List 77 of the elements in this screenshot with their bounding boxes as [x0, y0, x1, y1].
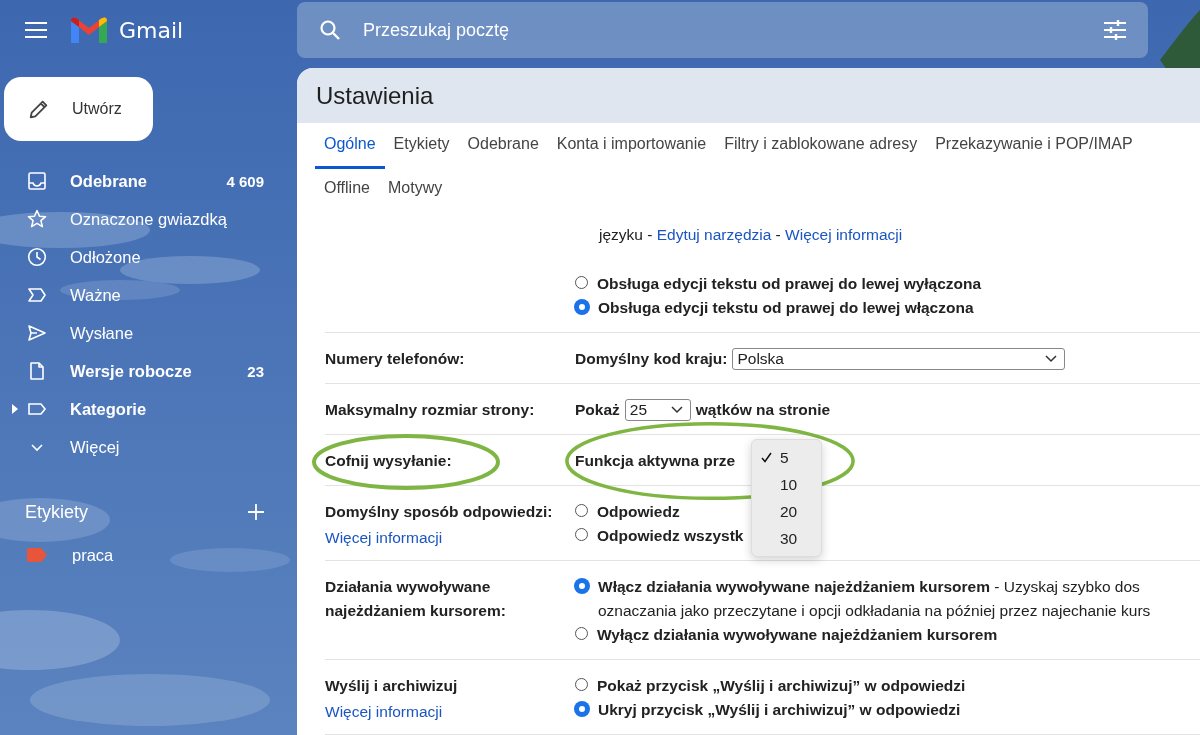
- more-info-link[interactable]: Więcej informacji: [325, 528, 575, 548]
- option-text: Ukryj przycisk „Wyślij i archiwizuj” w odpowiedzi: [598, 700, 961, 720]
- section-heading: Etykiety: [25, 501, 89, 523]
- menu-option[interactable]: 10: [752, 471, 821, 498]
- settings-tab[interactable]: Etykiety: [384, 123, 459, 169]
- dropdown-menu[interactable]: 5 10 20 30: [751, 439, 822, 557]
- option-text: Wyłącz działania wywoływane najeżdżaniem kursorem: [597, 625, 998, 645]
- setting-label: Działania wywoływane najeżdżaniem kursorem:: [325, 577, 507, 621]
- search-bar[interactable]: Przeszukaj pocztę: [297, 2, 1148, 58]
- search-icon: [319, 19, 341, 41]
- radio-button[interactable]: [575, 300, 589, 314]
- option-text: Odpowiedz wszystk: [597, 526, 744, 546]
- setting-label: Domyślny sposób odpowiedzi:: [325, 502, 554, 522]
- settings-tab[interactable]: Konta i importowanie: [547, 123, 716, 169]
- compose-button[interactable]: Utwórz: [4, 77, 153, 141]
- settings-tab[interactable]: Odebrane: [458, 123, 548, 169]
- dropdown-field[interactable]: 25: [624, 399, 691, 421]
- file-icon: [27, 361, 47, 381]
- filter-sliders-icon[interactable]: [1104, 20, 1126, 40]
- setting-label: Maksymalny rozmiar strony:: [325, 400, 536, 420]
- radio-button[interactable]: [575, 276, 588, 289]
- radio-button[interactable]: [575, 579, 589, 593]
- nav-item[interactable]: Wersje robocze 23: [0, 352, 297, 390]
- menu-option[interactable]: 5: [752, 444, 821, 471]
- field-label: Pokaż: [575, 400, 620, 420]
- option-text: Pokaż przycisk „Wyślij i archiwizuj” w odpowiedzi: [597, 676, 966, 696]
- nav-item[interactable]: Odebrane 4 609: [0, 162, 297, 200]
- radio-button[interactable]: [575, 702, 589, 716]
- plus-icon[interactable]: [248, 504, 264, 520]
- radio-button[interactable]: [575, 504, 588, 517]
- inbox-icon: [27, 171, 47, 191]
- nav-item[interactable]: Oznaczone gwiazdką: [0, 200, 297, 238]
- send-icon: [27, 323, 47, 343]
- setting-label: Cofnij wysyłanie:: [325, 451, 453, 471]
- pencil-icon: [28, 98, 50, 120]
- settings-tab[interactable]: Offline: [315, 169, 379, 208]
- radio-button[interactable]: [575, 528, 588, 541]
- chevron-down-icon: [1045, 355, 1058, 363]
- field-label: Funkcja aktywna prze: [575, 451, 736, 471]
- nav-item[interactable]: Odłożone: [0, 238, 297, 276]
- nav-item[interactable]: Kategorie: [0, 390, 297, 428]
- star-icon: [27, 209, 47, 229]
- radio-button[interactable]: [575, 678, 588, 691]
- dropdown-field[interactable]: Polska: [732, 348, 1066, 370]
- field-label: wątków na stronie: [695, 400, 831, 420]
- radio-button[interactable]: [575, 627, 588, 640]
- settings-tab[interactable]: Ogólne: [315, 123, 385, 169]
- setting-label: Numery telefonów:: [325, 349, 466, 369]
- nav-item[interactable]: Więcej: [0, 428, 297, 466]
- envelope-logo-icon: [71, 17, 107, 43]
- more-info-link[interactable]: Więcej informacji: [325, 702, 575, 722]
- search-field[interactable]: Przeszukaj pocztę: [361, 18, 1084, 42]
- option-text: Obsługa edycji tekstu od prawej do lewej włączona: [598, 298, 974, 318]
- chevron-down-icon: [670, 406, 683, 414]
- field-label: Domyślny kod kraju:: [575, 349, 728, 369]
- label-item[interactable]: praca: [0, 536, 297, 574]
- app-name: Gmail: [119, 17, 184, 43]
- nav-item[interactable]: Ważne: [0, 276, 297, 314]
- tools-text: języku - Edytuj narzędzia - Więcej informacji: [597, 225, 904, 245]
- page-title: Ustawienia: [316, 81, 434, 110]
- menu-option[interactable]: 30: [752, 525, 821, 552]
- menu-icon[interactable]: [25, 22, 47, 38]
- nav-item[interactable]: Wysłane: [0, 314, 297, 352]
- clock-icon: [27, 247, 47, 267]
- option-text: Włącz działania wywoływane najeżdżaniem kursorem - Uzyskaj szybko dos: [598, 577, 1141, 597]
- tools-link[interactable]: Więcej informacji: [785, 226, 903, 243]
- menu-option[interactable]: 20: [752, 498, 821, 525]
- option-text: Odpowiedz: [597, 502, 680, 522]
- option-text: Obsługa edycji tekstu od prawej do lewej wyłączona: [597, 274, 982, 294]
- important-icon: [27, 285, 47, 305]
- option-description: oznaczania jako przeczytane i opcji odkładania na później przez najechanie kurs: [598, 601, 1151, 621]
- tools-link[interactable]: Edytuj narzędzia: [656, 226, 772, 243]
- settings-tab[interactable]: Filtry i zablokowane adresy: [715, 123, 927, 169]
- settings-tab[interactable]: Przekazywanie i POP/IMAP: [926, 123, 1142, 169]
- settings-tab[interactable]: Motywy: [378, 169, 452, 208]
- caret-icon[interactable]: [12, 404, 18, 414]
- setting-label: Wyślij i archiwizuj: [325, 676, 459, 696]
